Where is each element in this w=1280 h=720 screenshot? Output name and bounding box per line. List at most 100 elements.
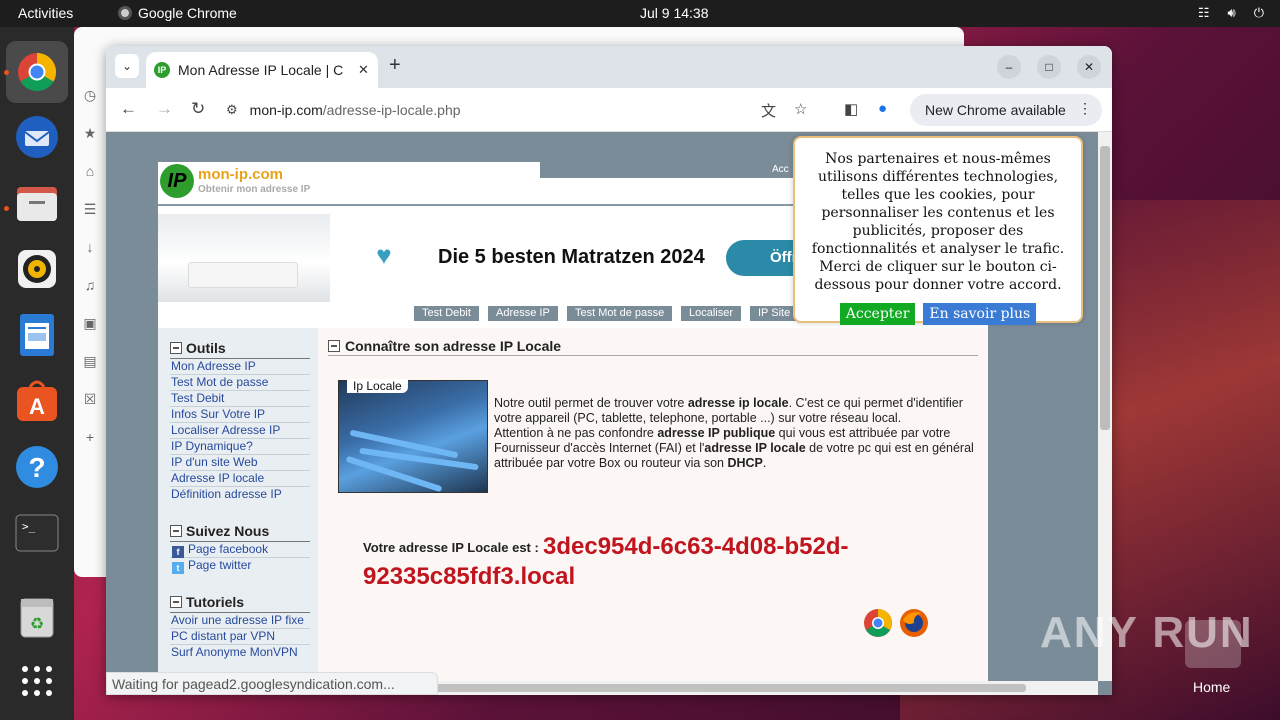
music-icon[interactable]: ♫ bbox=[74, 267, 106, 305]
nav-list-tutoriels: Avoir une adresse IP fixe PC distant par… bbox=[170, 612, 310, 660]
nav-title-suivez: Suivez Nous bbox=[170, 523, 269, 539]
profile-icon[interactable]: ● bbox=[878, 100, 887, 117]
menu-ip-site[interactable]: IP Site bbox=[750, 306, 799, 321]
dock-show-apps[interactable] bbox=[13, 657, 61, 705]
nav-link[interactable]: Test Mot de passe bbox=[170, 374, 310, 390]
menu-test-mot-de-passe[interactable]: Test Mot de passe bbox=[567, 306, 673, 321]
cookie-consent-popup: Nos partenaires et nous-mêmes utilisons … bbox=[793, 136, 1083, 325]
dock-terminal[interactable]: >_ bbox=[13, 509, 61, 557]
collapse-icon[interactable] bbox=[170, 525, 182, 537]
menu-adresse-ip[interactable]: Adresse IP bbox=[488, 306, 558, 321]
system-tray[interactable]: ☷ 🔊︎ ⏻ bbox=[1198, 5, 1264, 21]
ethernet-photo: Ip Locale bbox=[338, 379, 488, 493]
close-tab-icon[interactable]: ✕ bbox=[358, 62, 369, 78]
nav-link[interactable]: Infos Sur Votre IP bbox=[170, 406, 310, 422]
bookmark-star-icon[interactable]: ☆ bbox=[794, 100, 807, 118]
pictures-icon[interactable]: ▣ bbox=[74, 305, 106, 343]
nav-link[interactable]: Avoir une adresse IP fixe bbox=[170, 612, 310, 628]
clock[interactable]: Jul 9 14:38 bbox=[640, 5, 709, 21]
maximize-button[interactable]: □ bbox=[1037, 55, 1061, 79]
new-chrome-available-button[interactable]: New Chrome available ⋮ bbox=[910, 94, 1102, 126]
videos-icon[interactable]: ▤ bbox=[74, 343, 106, 381]
nav-link[interactable]: Définition adresse IP bbox=[170, 486, 310, 502]
vertical-scrollbar[interactable] bbox=[1098, 132, 1112, 681]
svg-text:A: A bbox=[29, 394, 45, 419]
nav-link[interactable]: Adresse IP locale bbox=[170, 470, 310, 486]
nav-link[interactable]: PC distant par VPN bbox=[170, 628, 310, 644]
tab-active[interactable]: IP Mon Adresse IP Locale | C ✕ bbox=[146, 52, 378, 88]
nav-title-outils-label: Outils bbox=[186, 340, 226, 356]
downloads-icon[interactable]: ↓ bbox=[74, 229, 106, 267]
twitter-link-label: Page twitter bbox=[188, 558, 252, 572]
back-button[interactable]: ← bbox=[120, 99, 137, 119]
app-name: Google Chrome bbox=[138, 5, 237, 21]
url-host: mon-ip.com bbox=[249, 102, 323, 118]
dock-rhythmbox[interactable] bbox=[13, 245, 61, 293]
menu-test-debit[interactable]: Test Debit bbox=[414, 306, 479, 321]
nav-link[interactable]: Surf Anonyme MonVPN bbox=[170, 644, 310, 660]
trash-icon: ♻ bbox=[20, 598, 54, 638]
add-location-icon[interactable]: + bbox=[74, 419, 106, 457]
scroll-thumb[interactable] bbox=[436, 684, 1026, 692]
left-nav: Outils Mon Adresse IP Test Mot de passe … bbox=[158, 328, 318, 682]
nav-link[interactable]: Test Debit bbox=[170, 390, 310, 406]
nav-title-suivez-label: Suivez Nous bbox=[186, 523, 270, 539]
facebook-link[interactable]: f Page facebook bbox=[170, 541, 310, 558]
ip-address-label: Votre adresse IP Locale est : bbox=[363, 540, 539, 555]
desc-bold: adresse IP publique bbox=[657, 426, 776, 440]
page-viewport[interactable]: IP mon-ip.com Obtenir mon adresse IP Acc… bbox=[106, 132, 1112, 695]
scroll-thumb[interactable] bbox=[1100, 146, 1110, 430]
ad-image bbox=[158, 214, 330, 302]
accept-button[interactable]: Accepter bbox=[839, 303, 916, 325]
dock-app-center[interactable]: A bbox=[13, 377, 61, 425]
collapse-icon[interactable] bbox=[328, 339, 340, 352]
collapse-icon[interactable] bbox=[170, 596, 182, 608]
dock-files[interactable] bbox=[13, 179, 61, 227]
dock-help[interactable]: ? bbox=[13, 443, 61, 491]
forward-button[interactable]: → bbox=[156, 99, 173, 119]
learn-more-button[interactable]: En savoir plus bbox=[923, 303, 1037, 325]
nav-link[interactable]: Mon Adresse IP bbox=[170, 358, 310, 374]
collapse-icon[interactable] bbox=[170, 342, 182, 354]
app-menu[interactable]: Google Chrome bbox=[118, 5, 237, 21]
site-name[interactable]: mon-ip.com bbox=[198, 166, 283, 183]
twitter-link[interactable]: t Page twitter bbox=[170, 557, 310, 574]
nav-link[interactable]: Localiser Adresse IP bbox=[170, 422, 310, 438]
tab-search-button[interactable]: ⌄ bbox=[115, 54, 139, 78]
nav-list-suivez: f Page facebook t Page twitter bbox=[170, 541, 310, 574]
trash-folder-icon[interactable]: ☒ bbox=[74, 381, 106, 419]
twitter-icon: t bbox=[172, 562, 184, 574]
header-link[interactable]: Acc bbox=[772, 164, 789, 175]
documents-icon[interactable]: ☰ bbox=[74, 191, 106, 229]
dock-thunderbird[interactable] bbox=[13, 113, 61, 161]
recent-icon[interactable]: ◷ bbox=[74, 77, 106, 115]
close-window-button[interactable]: ✕ bbox=[1077, 55, 1101, 79]
site-logo[interactable]: IP bbox=[160, 164, 194, 198]
dock-trash[interactable]: ♻ bbox=[13, 593, 61, 641]
svg-text:?: ? bbox=[28, 452, 45, 483]
nav-title-tutoriels-label: Tutoriels bbox=[186, 594, 245, 610]
home-label[interactable]: Home bbox=[1193, 679, 1230, 695]
menu-dots-icon[interactable]: ⋮ bbox=[1078, 100, 1092, 117]
dock-writer[interactable] bbox=[13, 311, 61, 359]
translate-icon[interactable]: 文 bbox=[761, 100, 776, 121]
reload-button[interactable]: ↻ bbox=[191, 99, 205, 119]
new-tab-button[interactable]: + bbox=[389, 54, 401, 77]
address-bar[interactable]: ⚙ mon-ip.com/adresse-ip-locale.php bbox=[226, 94, 826, 126]
home-folder-desktop-icon[interactable] bbox=[1185, 620, 1241, 668]
home-folder-icon[interactable]: ⌂ bbox=[74, 153, 106, 191]
show-apps-icon bbox=[22, 666, 52, 696]
nav-link[interactable]: IP d'un site Web bbox=[170, 454, 310, 470]
side-panel-icon[interactable]: ◧ bbox=[844, 100, 858, 118]
nav-link[interactable]: IP Dynamique? bbox=[170, 438, 310, 454]
minimize-button[interactable]: – bbox=[997, 55, 1021, 79]
nav-list-outils: Mon Adresse IP Test Mot de passe Test De… bbox=[170, 358, 310, 502]
site-info-icon[interactable]: ⚙ bbox=[226, 102, 238, 118]
thunderbird-icon bbox=[16, 116, 58, 158]
desc-text: Notre outil permet de trouver votre bbox=[494, 396, 688, 410]
starred-icon[interactable]: ★ bbox=[74, 115, 106, 153]
dock-chrome[interactable] bbox=[6, 41, 68, 103]
background-window-sidebar: ◷ ★ ⌂ ☰ ↓ ♫ ▣ ▤ ☒ + bbox=[74, 77, 106, 597]
activities-button[interactable]: Activities bbox=[18, 5, 73, 21]
menu-localiser[interactable]: Localiser bbox=[681, 306, 742, 321]
